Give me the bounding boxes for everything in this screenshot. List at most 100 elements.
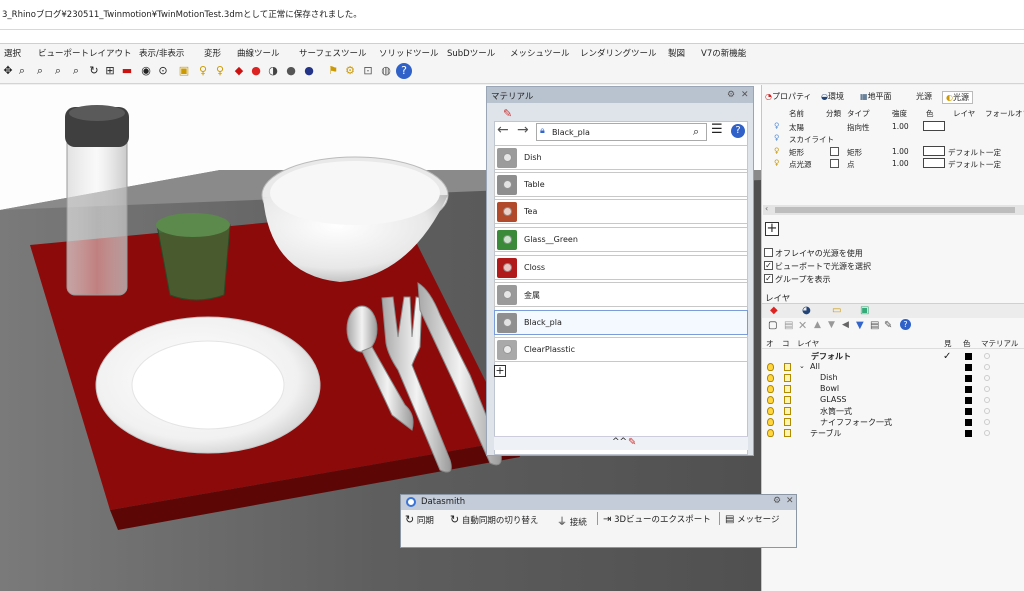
material-search-box[interactable]: 🔒︎ Black_pla ⌕ xyxy=(536,123,707,141)
layer-icon[interactable]: ⊡ xyxy=(360,63,376,79)
display-tab-icon[interactable]: ◕ xyxy=(802,305,811,316)
menu-solid-tools[interactable]: ソリッドツール xyxy=(379,47,439,59)
collapse-icon[interactable]: ^^ xyxy=(612,437,627,447)
menu-drafting[interactable]: 製図 xyxy=(668,47,685,59)
material-item-black-pla[interactable]: Black_pla xyxy=(494,310,748,335)
close-icon[interactable]: ✕ xyxy=(786,496,794,506)
layer-lock-icon[interactable] xyxy=(784,374,791,382)
filter-icon[interactable]: ▼ xyxy=(856,320,864,331)
layer-tab-icon[interactable]: ◆ xyxy=(770,305,778,316)
close-icon[interactable]: ✕ xyxy=(741,90,749,100)
material-item-tea[interactable]: Tea xyxy=(494,199,748,224)
layer-tools-icon[interactable]: ✎ xyxy=(884,320,892,331)
menu-viewport[interactable]: ビューポートレイアウト xyxy=(38,47,132,59)
pencil-icon[interactable]: ✎ xyxy=(628,437,636,448)
layer-lock-icon[interactable] xyxy=(784,407,791,415)
option-checkbox[interactable]: ✓ xyxy=(764,274,773,283)
back-arrow-icon[interactable]: ← xyxy=(497,122,509,138)
layer-lock-icon[interactable] xyxy=(784,363,791,371)
layer-lock-icon[interactable] xyxy=(784,396,791,404)
material-icon[interactable]: ● xyxy=(248,63,264,79)
layer-material-icon[interactable] xyxy=(984,430,990,436)
move-up-icon[interactable]: ▲ xyxy=(814,320,821,330)
light-row-skylight[interactable]: ♀ スカイライト xyxy=(762,133,1024,144)
layer-lock-icon[interactable] xyxy=(784,418,791,426)
layer-visibility-icon[interactable] xyxy=(767,418,774,426)
menu-curve-tools[interactable]: 曲線ツール xyxy=(237,47,280,59)
layer-row-glass[interactable]: GLASS xyxy=(762,395,1024,406)
col-on[interactable]: オ xyxy=(766,338,774,349)
layer-color-swatch[interactable] xyxy=(965,375,972,382)
viewport-layout-icon[interactable]: ⊞ xyxy=(102,63,118,79)
move-out-icon[interactable]: ◀ xyxy=(842,320,849,330)
add-light-button[interactable]: + xyxy=(765,222,779,236)
help-icon[interactable]: ? xyxy=(396,63,412,79)
zoom-icon[interactable]: ⌕ xyxy=(14,63,30,79)
menu-mesh-tools[interactable]: メッシュツール xyxy=(510,47,570,59)
layer-visibility-icon[interactable] xyxy=(767,374,774,382)
ground-plane-icon[interactable]: ● xyxy=(283,63,299,79)
col-strength[interactable]: 強度 xyxy=(892,108,907,119)
expand-icon[interactable]: ⌄ xyxy=(799,362,805,370)
material-item-glass-green[interactable]: Glass__Green xyxy=(494,227,748,252)
gear-icon[interactable]: ⚙ xyxy=(727,90,735,100)
auto-sync-toggle-button[interactable]: ↻ 自動同期の切り替え xyxy=(450,513,538,526)
material-item-table[interactable]: Table xyxy=(494,172,748,197)
layer-row-bowl[interactable]: Bowl xyxy=(762,384,1024,395)
col-type[interactable]: タイプ xyxy=(847,108,870,119)
new-sublayer-icon[interactable]: ▤ xyxy=(784,320,793,331)
render-light-icon[interactable]: ♀ xyxy=(212,63,228,79)
layer-row-table[interactable]: テーブル xyxy=(762,428,1024,439)
light-checkbox[interactable] xyxy=(830,147,839,156)
help-icon[interactable]: ? xyxy=(900,319,911,330)
layer-visibility-icon[interactable] xyxy=(767,363,774,371)
light-row-sun[interactable]: ♀ 太陽 指向性 1.00 xyxy=(762,121,1024,132)
col-lock[interactable]: コ xyxy=(782,338,790,349)
folder-tab-icon[interactable]: ▭ xyxy=(832,305,841,316)
forward-arrow-icon[interactable]: → xyxy=(517,122,529,138)
layer-material-icon[interactable] xyxy=(984,408,990,414)
sun-icon[interactable]: ● xyxy=(301,63,317,79)
material-panel-titlebar[interactable]: マテリアル ⚙ ✕ xyxy=(487,87,753,103)
light-row-rect[interactable]: ♀ 矩形 矩形 1.00 デフォルト 一定 xyxy=(762,146,1024,157)
image-tab-icon[interactable]: ▣ xyxy=(860,305,869,316)
search-icon[interactable]: ⌕ xyxy=(693,125,699,139)
layer-material-icon[interactable] xyxy=(984,386,990,392)
material-item-dish[interactable]: Dish xyxy=(494,145,748,170)
col-falloff[interactable]: フォールオフ xyxy=(985,108,1024,119)
layer-row-bottle-set[interactable]: 水筒一式 xyxy=(762,406,1024,417)
layer-visibility-icon[interactable] xyxy=(767,385,774,393)
layer-material-icon[interactable] xyxy=(984,419,990,425)
layer-color-swatch[interactable] xyxy=(965,353,972,360)
light-color-swatch[interactable] xyxy=(923,146,945,156)
material-item-closs[interactable]: Closs xyxy=(494,255,748,280)
camera-icon[interactable]: ▣ xyxy=(176,63,192,79)
help-icon[interactable]: ? xyxy=(731,124,745,138)
layer-color-swatch[interactable] xyxy=(965,408,972,415)
layer-material-icon[interactable] xyxy=(984,353,990,359)
layer-visibility-icon[interactable] xyxy=(767,396,774,404)
light-color-swatch[interactable] xyxy=(923,121,945,131)
rotate-view-icon[interactable]: ↻ xyxy=(86,63,102,79)
light-checkbox[interactable] xyxy=(830,159,839,168)
col-category[interactable]: 分類 xyxy=(826,108,841,119)
zoom-selected-icon[interactable]: ⌕ xyxy=(68,63,84,79)
messages-button[interactable]: ▤ メッセージ xyxy=(725,513,780,525)
layer-color-swatch[interactable] xyxy=(965,430,972,437)
eye-icon[interactable]: ◉ xyxy=(138,63,154,79)
layer-row-cutlery-set[interactable]: ナイフフォーク一式 xyxy=(762,417,1024,428)
light-table-scrollbar[interactable]: ‹ xyxy=(763,204,1024,215)
layer-color-swatch[interactable] xyxy=(965,386,972,393)
connect-button[interactable]: ⏚ 接続 xyxy=(557,513,587,528)
zoom-extents-icon[interactable]: ⌕ xyxy=(50,63,66,79)
material-item-clearplasstic[interactable]: ClearPlasstic xyxy=(494,337,748,362)
add-material-button[interactable]: + xyxy=(494,365,506,377)
light-icon[interactable]: ♀ xyxy=(195,63,211,79)
texture-icon[interactable]: ⚑ xyxy=(325,63,341,79)
material-item-metal[interactable]: 金属 xyxy=(494,282,748,307)
scrollbar-thumb[interactable] xyxy=(775,207,1015,213)
environment-icon[interactable]: ◑ xyxy=(265,63,281,79)
tab-ground-plane[interactable]: ▦地平面 xyxy=(860,91,892,104)
option-checkbox[interactable]: ✓ xyxy=(764,261,773,270)
new-layer-icon[interactable]: ▢ xyxy=(768,320,777,331)
